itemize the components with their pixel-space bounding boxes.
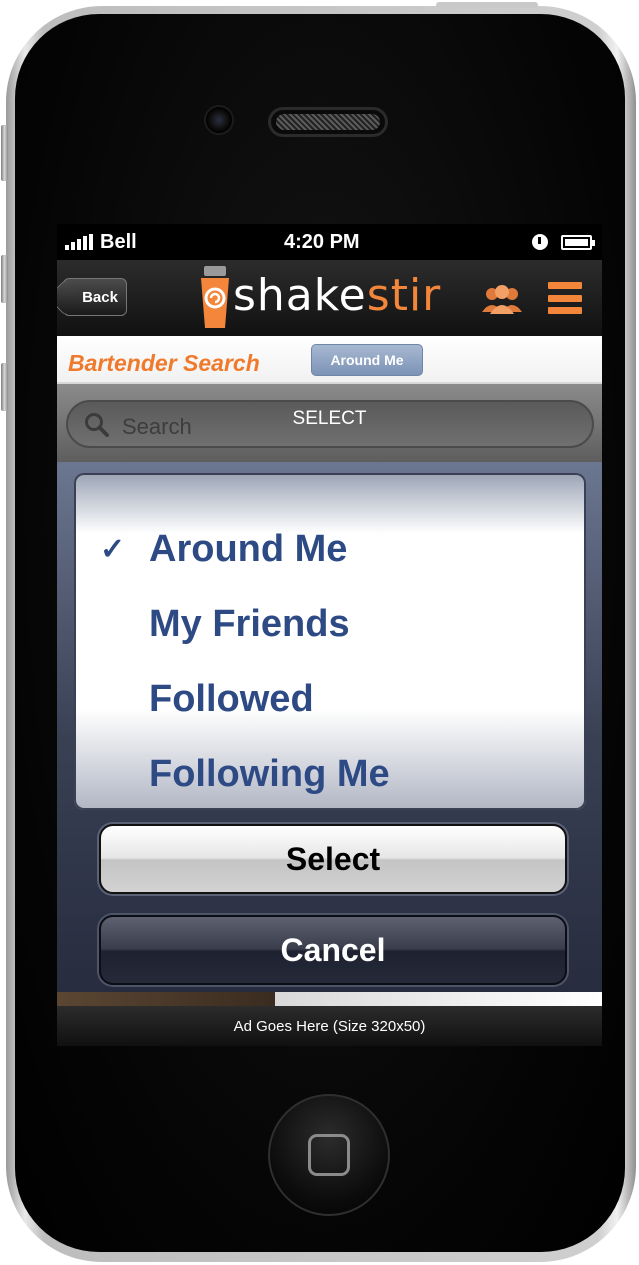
back-button-label: Back bbox=[82, 288, 118, 306]
signal-icon bbox=[65, 234, 93, 250]
option-picker[interactable]: ✓ Around Me My Friends Followed Followin… bbox=[74, 473, 586, 810]
shaker-logo-icon bbox=[201, 266, 229, 328]
menu-icon[interactable] bbox=[548, 282, 582, 314]
logo-text-shake: shake bbox=[233, 270, 367, 321]
volume-down-button bbox=[1, 363, 8, 411]
back-button[interactable]: Back bbox=[63, 278, 127, 316]
app-logo: shakestir bbox=[233, 266, 441, 326]
nav-bar: Back shakestir bbox=[57, 260, 602, 336]
app-screen: Bell 4:20 PM Back shakestir Bartender Se… bbox=[57, 224, 602, 1046]
status-bar: Bell 4:20 PM bbox=[57, 224, 602, 260]
search-bar: Search SELECT bbox=[57, 384, 602, 462]
picker-option[interactable]: My Friends bbox=[74, 592, 586, 656]
picker-option-label: My Friends bbox=[149, 602, 350, 645]
picker-option-label: Around Me bbox=[149, 527, 348, 570]
picker-option[interactable]: Following Me bbox=[74, 742, 586, 806]
sub-header: Bartender Search Around Me bbox=[57, 336, 602, 384]
ad-banner[interactable]: Ad Goes Here (Size 320x50) bbox=[57, 1006, 602, 1046]
carrier-name: Bell bbox=[100, 231, 137, 253]
friends-icon[interactable] bbox=[482, 284, 522, 314]
picker-option[interactable]: ✓ Around Me bbox=[74, 517, 586, 581]
page-title: Bartender Search bbox=[68, 350, 260, 376]
logo-text-stir: stir bbox=[366, 270, 442, 321]
status-time: 4:20 PM bbox=[284, 231, 360, 253]
battery-icon bbox=[561, 235, 595, 250]
mute-switch bbox=[1, 125, 8, 181]
volume-up-button bbox=[1, 255, 8, 303]
filter-button[interactable]: Around Me bbox=[311, 344, 423, 376]
home-icon bbox=[308, 1134, 350, 1176]
home-button[interactable] bbox=[268, 1094, 390, 1216]
picker-title: SELECT bbox=[292, 408, 367, 429]
cancel-button[interactable]: Cancel bbox=[99, 915, 567, 985]
sleep-button bbox=[436, 2, 538, 8]
picker-option-label: Followed bbox=[149, 677, 314, 720]
check-icon: ✓ bbox=[100, 532, 126, 566]
front-camera bbox=[204, 105, 234, 135]
picker-option[interactable]: Followed bbox=[74, 667, 586, 731]
earpiece-speaker bbox=[268, 107, 388, 137]
background-list-peek bbox=[57, 992, 602, 1006]
picker-option-label: Following Me bbox=[149, 752, 390, 795]
alarm-icon bbox=[532, 234, 548, 250]
select-button[interactable]: Select bbox=[99, 824, 567, 894]
